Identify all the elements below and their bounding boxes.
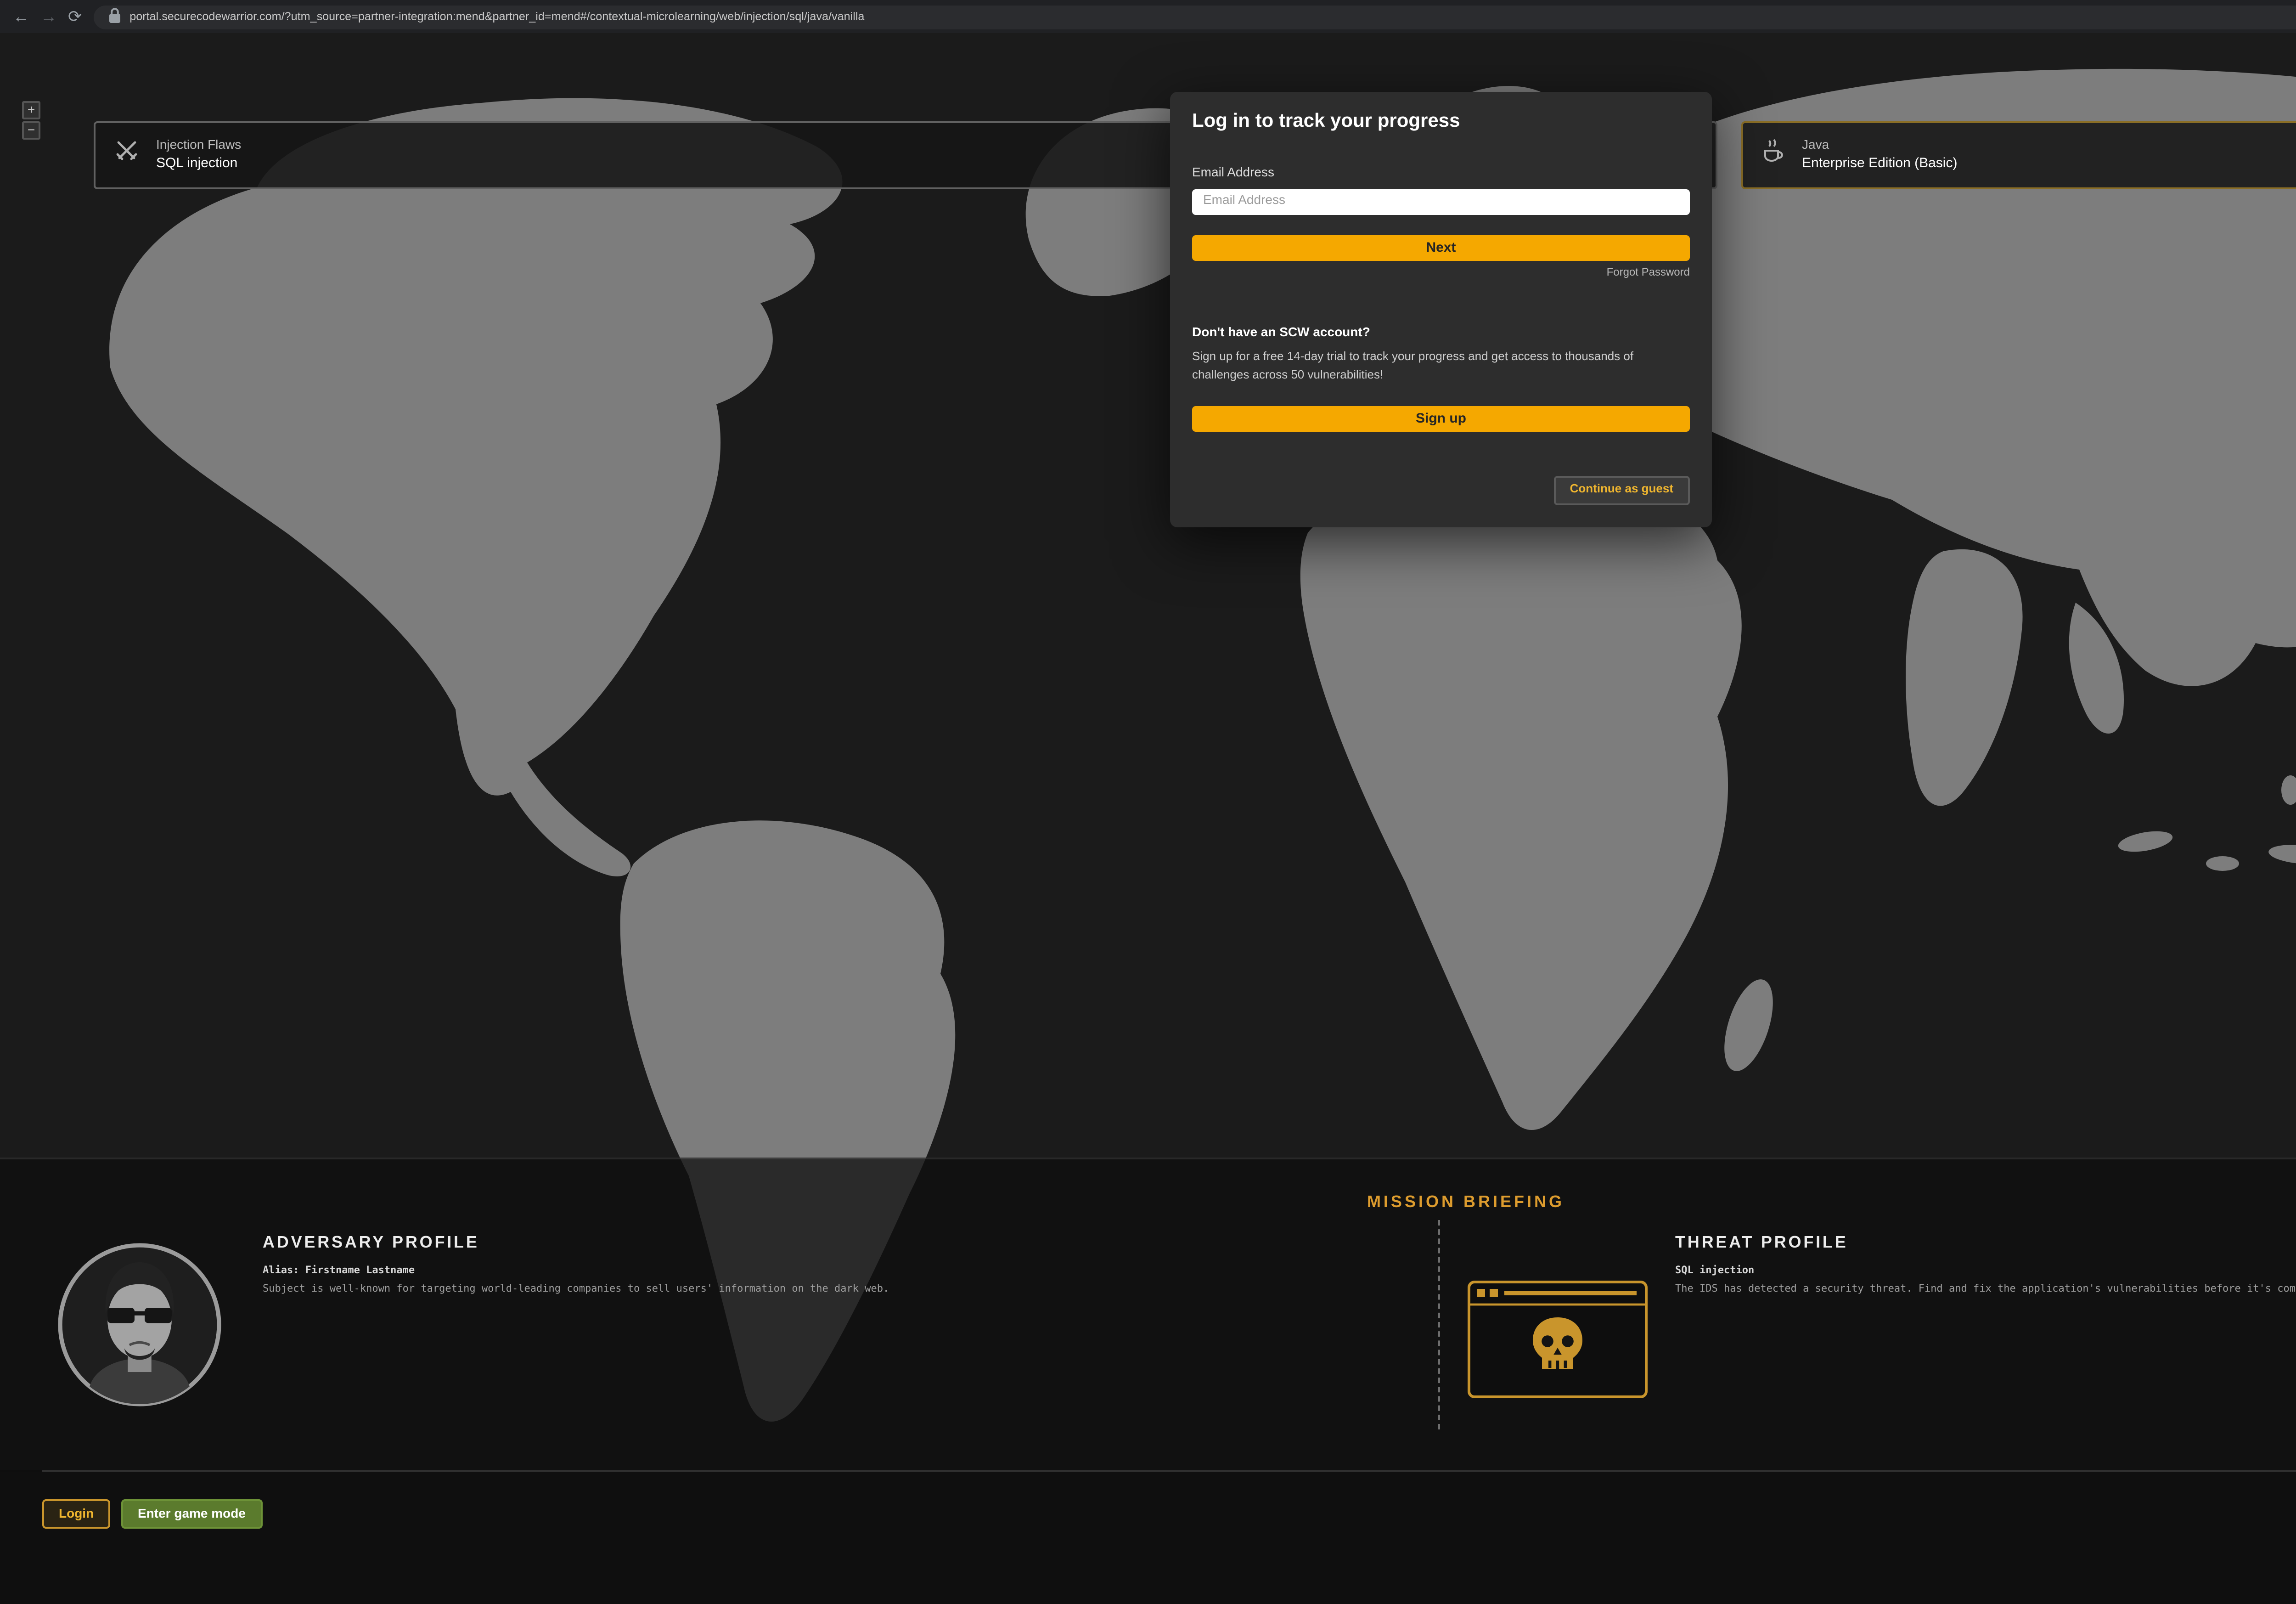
crossed-swords-icon [114, 138, 140, 173]
lock-icon [107, 0, 120, 33]
adversary-avatar [55, 1240, 224, 1409]
mission-briefing-section: MISSION BRIEFING ADVERS [0, 1158, 2296, 1472]
footer-bar: Login Enter game mode The map is based o… [0, 1470, 2296, 1604]
adversary-profile: ADVERSARY PROFILE Alias: Firstname Lastn… [263, 1233, 1181, 1298]
language-selector[interactable]: Java Enterprise Edition (Basic) REMEMBER… [1741, 121, 2296, 189]
adversary-heading: ADVERSARY PROFILE [263, 1233, 1181, 1251]
footer-login-button[interactable]: Login [42, 1499, 110, 1529]
url-text: portal.securecodewarrior.com/?utm_source… [129, 10, 864, 23]
threat-heading: THREAT PROFILE [1675, 1233, 2296, 1251]
map-zoom-in-button[interactable]: + [22, 101, 40, 119]
map-zoom-out-button[interactable]: − [22, 121, 40, 140]
threat-window [1468, 1281, 1648, 1398]
framework-label: Enterprise Edition (Basic) [1802, 155, 1958, 171]
browser-refresh-button[interactable]: ⟳ [68, 8, 82, 25]
url-bar[interactable]: portal.securecodewarrior.com/?utm_source… [93, 5, 2296, 28]
browser-back-button[interactable]: ← [13, 8, 29, 25]
modal-title: Log in to track your progress [1192, 110, 1690, 132]
threat-description: The IDS has detected a security threat. … [1675, 1282, 2296, 1298]
signup-button[interactable]: Sign up [1192, 406, 1690, 431]
threat-name: SQL injection [1675, 1266, 2296, 1277]
next-button[interactable]: Next [1192, 234, 1690, 260]
dashed-connector [1438, 1220, 1440, 1429]
mission-title: MISSION BRIEFING [0, 1192, 2296, 1211]
modal-footer: Continue as guest [1192, 475, 1690, 505]
signup-heading: Don't have an SCW account? [1192, 326, 1690, 339]
browser-forward-button[interactable]: → [40, 8, 57, 25]
footer-divider [42, 1470, 2296, 1472]
skull-icon [1468, 1281, 1648, 1398]
signup-description: Sign up for a free 14-day trial to track… [1192, 348, 1690, 385]
login-modal: Log in to track your progress Email Addr… [1170, 92, 1712, 527]
java-icon [1761, 138, 1785, 173]
forgot-password-link[interactable]: Forgot Password [1192, 267, 1690, 278]
threat-profile: THREAT PROFILE SQL injection The IDS has… [1675, 1233, 2296, 1298]
game-mode-button[interactable]: Enter game mode [121, 1499, 262, 1529]
adversary-description: Subject is well-known for targeting worl… [263, 1282, 1181, 1298]
email-input[interactable] [1192, 188, 1690, 214]
language-label: Java [1802, 139, 1958, 152]
email-label: Email Address [1192, 167, 1690, 180]
continue-as-guest-button[interactable]: Continue as guest [1553, 475, 1690, 505]
category-group-label: Injection Flaws [156, 139, 241, 152]
adversary-alias: Alias: Firstname Lastname [263, 1266, 1181, 1277]
browser-toolbar: ← → ⟳ portal.securecodewarrior.com/?utm_… [0, 0, 2296, 33]
category-name-label: SQL injection [156, 155, 241, 171]
page: ← → ⟳ portal.securecodewarrior.com/?utm_… [0, 0, 2296, 1604]
